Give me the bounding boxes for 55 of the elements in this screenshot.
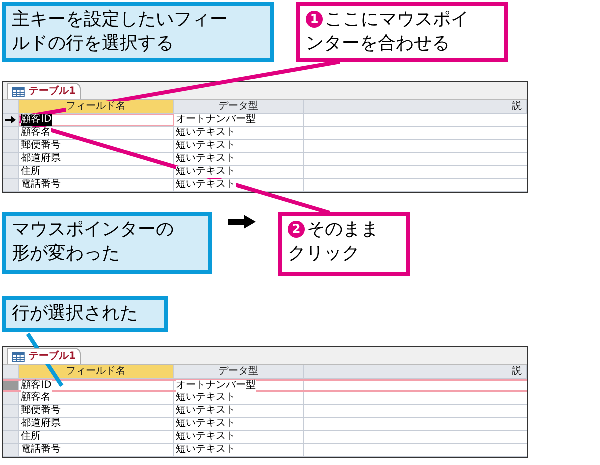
table-cell: 短いテキスト xyxy=(176,392,236,404)
table-cell: 顧客名 xyxy=(21,392,51,404)
column-header: フィールド名 xyxy=(19,365,174,378)
column-header: データ型 xyxy=(174,100,304,113)
table-row[interactable]: 顧客名 短いテキスト xyxy=(3,127,527,140)
table-cell: 短いテキスト xyxy=(176,140,236,152)
column-header: フィールド名 xyxy=(19,100,174,113)
table-icon xyxy=(12,86,25,96)
callout-text: 1 ここにマウスポインターを合わせる xyxy=(306,8,470,56)
table-icon xyxy=(12,352,25,362)
callout-text: マウスポインターの形が変わった xyxy=(12,219,174,264)
arrow-icon xyxy=(5,116,16,124)
table-row[interactable]: 電話番号 短いテキスト xyxy=(3,444,527,457)
callout-text: 2 そのままクリック xyxy=(288,218,380,266)
table-cell: 電話番号 xyxy=(21,444,61,456)
table-cell: 短いテキスト xyxy=(176,444,236,456)
table-cell: オートナンバー型 xyxy=(176,114,256,126)
callout-text: 行が選択された xyxy=(12,303,138,324)
table-cell: 短いテキスト xyxy=(176,127,236,139)
table-cell: 顧客ID xyxy=(21,114,52,126)
table-row[interactable]: 都道府県 短いテキスト xyxy=(3,418,527,431)
callout-text: 主キーを設定したいフィールドの行を選択する xyxy=(12,9,228,54)
tab-label: テーブル1 xyxy=(29,350,76,362)
table-row[interactable]: 都道府県 短いテキスト xyxy=(3,153,527,166)
table-cell: 短いテキスト xyxy=(176,179,236,191)
column-header: データ型 xyxy=(174,365,304,378)
table-row[interactable]: 電話番号 短いテキスト xyxy=(3,179,527,192)
table-cell: 住所 xyxy=(21,431,41,443)
table-tab[interactable]: テーブル1 xyxy=(7,348,81,364)
table-cell: 都道府県 xyxy=(21,153,61,165)
row-selector[interactable] xyxy=(3,114,19,126)
table-row[interactable]: 住所 短いテキスト xyxy=(3,431,527,444)
right-arrow-icon xyxy=(228,215,256,229)
table-cell: 顧客ID xyxy=(21,380,52,392)
table-row[interactable]: 郵便番号 短いテキスト xyxy=(3,140,527,153)
table-cell: 郵便番号 xyxy=(21,405,61,417)
table-cell: 郵便番号 xyxy=(21,140,61,152)
table-cell: オートナンバー型 xyxy=(176,380,256,392)
column-header: 説 xyxy=(304,100,527,113)
table-cell: 短いテキスト xyxy=(176,166,236,178)
table-cell: 短いテキスト xyxy=(176,153,236,165)
table-row[interactable]: 郵便番号 短いテキスト xyxy=(3,405,527,418)
table-cell: 短いテキスト xyxy=(176,418,236,430)
table-cell: 都道府県 xyxy=(21,418,61,430)
table-tab[interactable]: テーブル1 xyxy=(7,83,81,99)
table-row[interactable]: 顧客名 短いテキスト xyxy=(3,392,527,405)
table-row[interactable]: 住所 短いテキスト xyxy=(3,166,527,179)
table-cell: 短いテキスト xyxy=(176,405,236,417)
table-cell: 住所 xyxy=(21,166,41,178)
table-cell: 電話番号 xyxy=(21,179,61,191)
table-cell: 顧客名 xyxy=(21,127,51,139)
column-header: 説 xyxy=(304,365,527,378)
tab-label: テーブル1 xyxy=(29,86,76,98)
table-cell: 短いテキスト xyxy=(176,431,236,443)
table-row[interactable]: 顧客ID オートナンバー型 xyxy=(3,114,527,127)
